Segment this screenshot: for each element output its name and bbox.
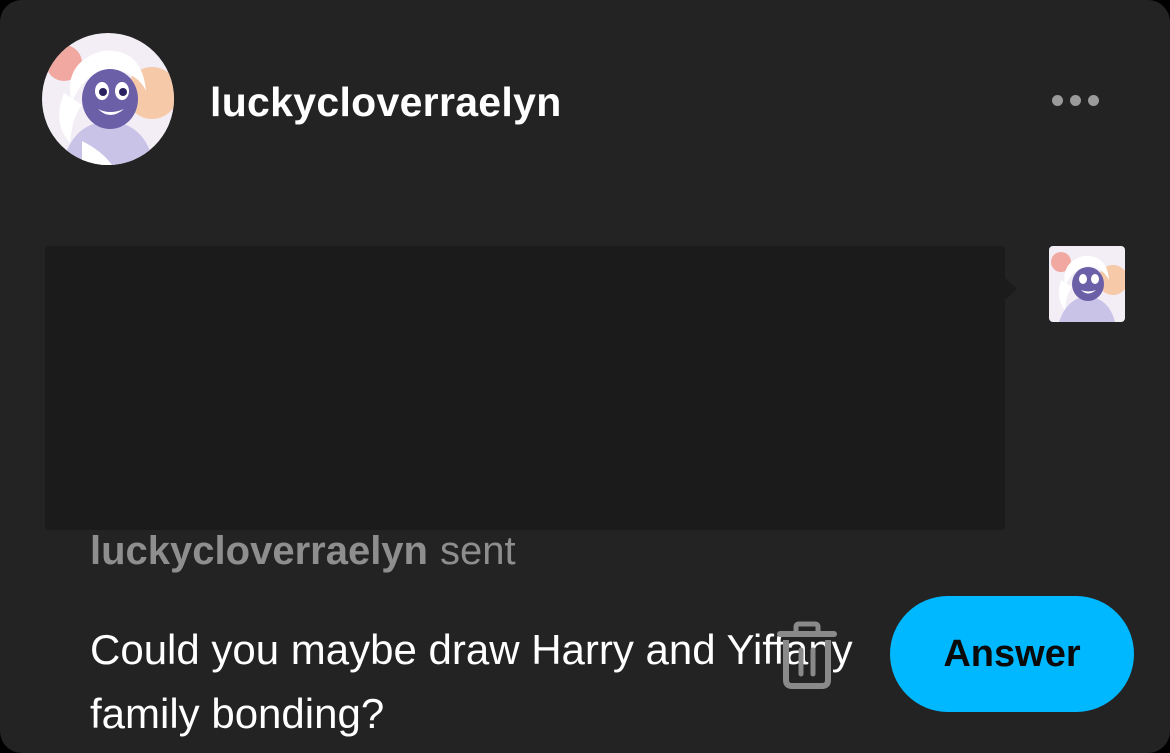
- delete-button[interactable]: [776, 620, 838, 690]
- more-dots-icon: [1087, 94, 1099, 106]
- more-dots-icon: [1069, 94, 1081, 106]
- avatar[interactable]: [42, 33, 174, 165]
- ask-sender-line: luckycloverraelyn sent: [90, 526, 516, 576]
- ask-card: luckycloverraelyn luckycloverraelyn sent …: [0, 0, 1170, 753]
- answer-button[interactable]: Answer: [890, 596, 1134, 712]
- character-avatar-icon: [42, 33, 174, 165]
- trash-icon: [777, 621, 837, 689]
- character-avatar-thumbnail: [1049, 246, 1125, 322]
- sender-avatar-thumbnail[interactable]: [1049, 246, 1125, 322]
- ask-bubble: luckycloverraelyn sent Could you maybe dr…: [45, 246, 1005, 737]
- more-options-button[interactable]: [1040, 84, 1110, 116]
- bubble-tail: [1003, 276, 1017, 302]
- sender-name[interactable]: luckycloverraelyn: [90, 529, 428, 573]
- more-dots-icon: [1051, 94, 1063, 106]
- blog-name[interactable]: luckycloverraelyn: [210, 76, 562, 128]
- sender-verb: sent: [440, 529, 516, 573]
